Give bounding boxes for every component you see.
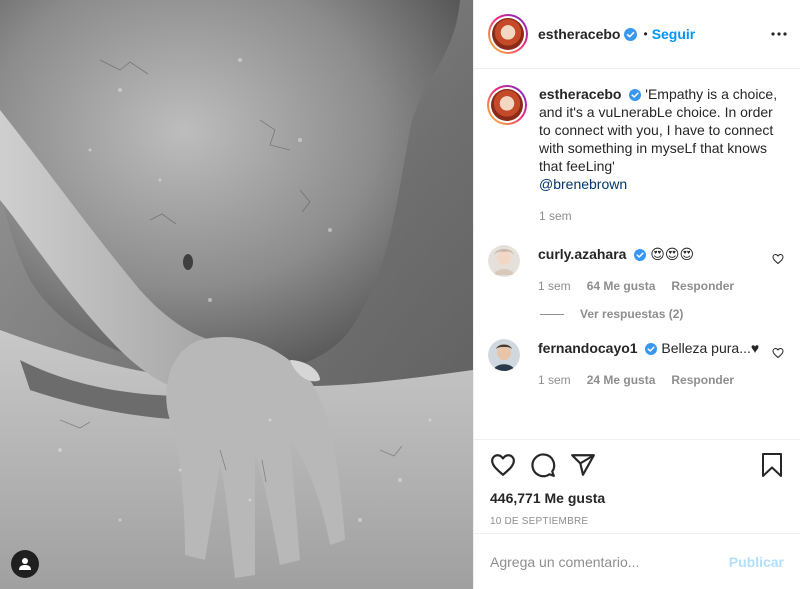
comment-text: Belleza pura...♥	[661, 340, 760, 356]
post-date[interactable]: 10 DE SEPTIEMBRE	[490, 516, 784, 527]
reply-button[interactable]: Responder	[671, 277, 734, 295]
verified-badge-icon	[634, 249, 647, 261]
user-tags-button[interactable]	[11, 550, 39, 578]
likes-count[interactable]: 446,771 Me gusta	[490, 490, 784, 506]
view-replies-toggle[interactable]: Ver respuestas (2)	[540, 307, 784, 321]
verified-badge-icon	[629, 89, 642, 101]
comment-time[interactable]: 1 sem	[538, 371, 571, 389]
commenter-avatar[interactable]	[488, 339, 520, 371]
more-options-icon[interactable]	[770, 31, 788, 37]
post-photo[interactable]	[0, 0, 473, 589]
action-bar: 446,771 Me gusta 10 DE SEPTIEMBRE	[474, 439, 800, 533]
post-viewer: estheracebo • Seguir estheracebo 'Empath…	[0, 0, 800, 589]
post-header: estheracebo • Seguir	[474, 0, 800, 69]
view-replies-label: Ver respuestas (2)	[580, 307, 684, 321]
author-avatar[interactable]	[488, 14, 528, 54]
comment-time[interactable]: 1 sem	[538, 277, 571, 295]
comment-text: 😍😍😍	[650, 246, 695, 262]
caption-author-username[interactable]: estheracebo	[539, 86, 621, 102]
comment-likes[interactable]: 64 Me gusta	[587, 277, 656, 295]
caption: estheracebo 'Empathy is a choice, and it…	[487, 85, 784, 225]
verified-badge-icon	[645, 343, 658, 355]
comment-likes[interactable]: 24 Me gusta	[587, 371, 656, 389]
user-tags-icon	[19, 558, 31, 570]
heart-icon[interactable]	[490, 452, 516, 478]
caption-author-avatar[interactable]	[487, 85, 527, 125]
comment-icon[interactable]	[530, 452, 556, 478]
caption-mention-link[interactable]: @brenebrown	[539, 176, 627, 192]
comment-item: fernandocayo1 Belleza pura...♥ 1 sem 24 …	[488, 339, 784, 389]
follow-button[interactable]: Seguir	[652, 26, 696, 42]
comments-list[interactable]: estheracebo 'Empathy is a choice, and it…	[474, 69, 800, 439]
commenter-avatar[interactable]	[488, 245, 520, 277]
caption-time[interactable]: 1 sem	[539, 207, 572, 225]
replies-line	[540, 313, 564, 315]
commenter-username[interactable]: fernandocayo1	[538, 340, 638, 356]
author-username[interactable]: estheracebo	[538, 26, 620, 42]
verified-badge-icon	[624, 27, 638, 41]
comment-composer: Publicar	[474, 533, 800, 589]
commenter-username[interactable]: curly.azahara	[538, 246, 626, 262]
comment-like-heart-icon[interactable]	[772, 253, 784, 265]
reply-button[interactable]: Responder	[671, 371, 734, 389]
publish-button[interactable]: Publicar	[729, 554, 784, 570]
comment-item: curly.azahara 😍😍😍 1 sem 64 Me gusta Resp…	[488, 245, 784, 295]
separator-dot: •	[643, 27, 648, 41]
post-sidebar: estheracebo • Seguir estheracebo 'Empath…	[473, 0, 800, 589]
bookmark-icon[interactable]	[760, 452, 784, 478]
share-icon[interactable]	[570, 452, 596, 478]
comment-like-heart-icon[interactable]	[772, 347, 784, 359]
post-image	[0, 0, 473, 589]
comment-input[interactable]	[490, 553, 729, 570]
scroll-fade	[474, 427, 800, 439]
